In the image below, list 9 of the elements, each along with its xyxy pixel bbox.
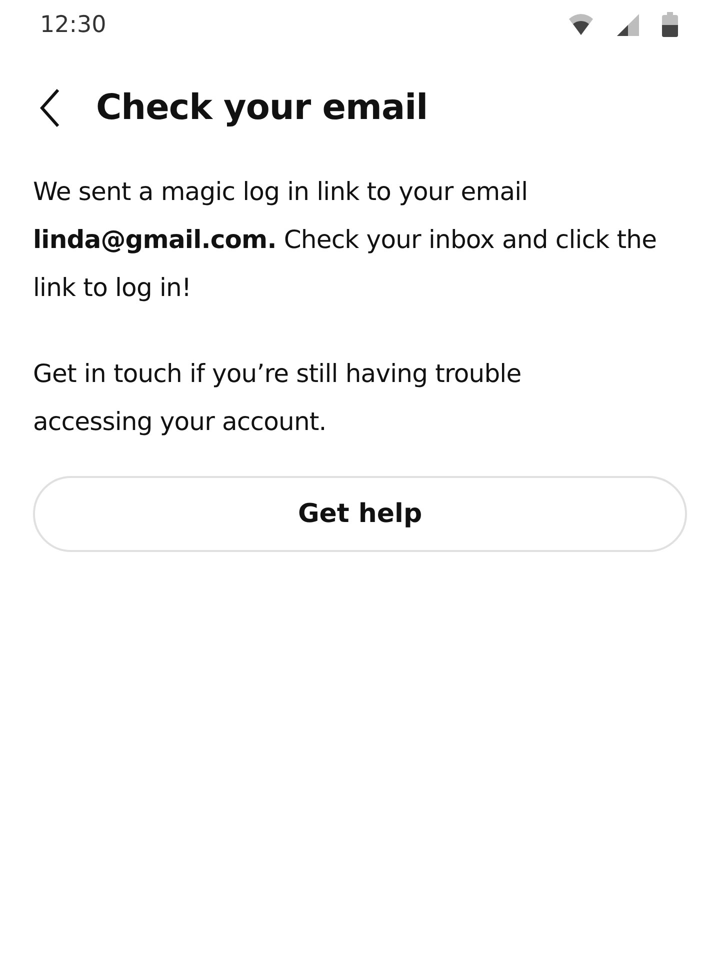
help-text: Get in touch if you’re still having trouble accessing your account. — [33, 358, 522, 438]
get-help-button[interactable]: Get help — [33, 476, 687, 552]
page-title: Check your email — [96, 88, 428, 128]
status-time: 12:30 — [40, 12, 106, 38]
signal-icon — [616, 13, 640, 37]
wifi-icon — [568, 14, 594, 36]
message-text: We sent a magic log in link to your email linda@gmail.com. Check your inbox and click the link to log in! — [33, 176, 658, 304]
back-icon[interactable] — [38, 88, 62, 128]
battery-icon — [662, 12, 678, 38]
